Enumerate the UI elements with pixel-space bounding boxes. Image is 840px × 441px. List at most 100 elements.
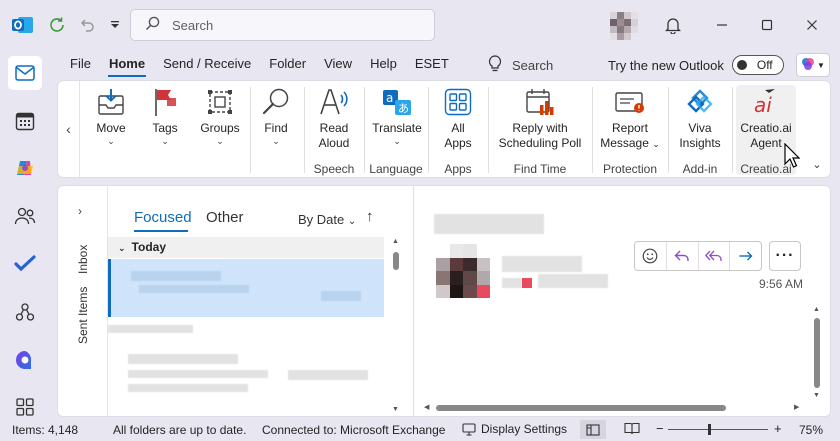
groups-button[interactable]: Groups ⌄	[196, 85, 244, 175]
copilot-app-icon[interactable]	[8, 151, 42, 185]
todo-app-icon[interactable]	[8, 247, 42, 281]
reply-button[interactable]	[667, 242, 699, 270]
zoom-slider-thumb[interactable]	[708, 424, 711, 435]
scroll-down-icon[interactable]: ▼	[813, 392, 820, 399]
list-scrollbar[interactable]: ▲ ▼	[390, 238, 400, 416]
chevron-down-icon: ⌄	[393, 136, 401, 146]
reply-all-icon	[704, 250, 722, 261]
scroll-up-icon[interactable]: ▲	[392, 238, 399, 245]
groups-icon	[203, 85, 237, 119]
customize-qat-icon[interactable]	[106, 16, 124, 34]
ribbon-separator	[592, 87, 593, 173]
minimize-icon[interactable]	[707, 10, 737, 40]
group-label-protection: Protection	[602, 162, 658, 176]
read-aloud-label-2: Aloud	[318, 136, 350, 150]
reply-all-button[interactable]	[699, 242, 731, 270]
sync-icon[interactable]	[46, 14, 68, 36]
sender-avatar	[436, 244, 490, 298]
scroll-up-icon[interactable]: ▲	[813, 306, 820, 313]
title-bar: Search	[0, 0, 840, 50]
tab-send-receive[interactable]: Send / Receive	[154, 50, 260, 80]
list-item[interactable]	[108, 346, 384, 406]
tab-home[interactable]: Home	[100, 50, 154, 80]
new-outlook-toggle[interactable]: Off	[731, 55, 784, 75]
tell-me-search[interactable]: Search	[488, 50, 553, 80]
display-settings-button[interactable]: Display Settings	[462, 422, 567, 436]
title-search-box[interactable]: Search	[130, 9, 435, 41]
emoji-react-button[interactable]	[635, 242, 667, 270]
tab-focused[interactable]: Focused	[134, 209, 192, 226]
viva-label-2: Insights	[679, 136, 721, 150]
reply-sched-label-1: Reply with	[512, 121, 568, 135]
folder-sent-items[interactable]: Sent Items	[76, 287, 90, 344]
mouse-cursor-icon	[784, 142, 801, 172]
list-item-selected[interactable]	[108, 259, 384, 317]
tab-help[interactable]: Help	[361, 50, 406, 80]
zoom-out-button[interactable]: −	[656, 421, 664, 436]
sort-direction-icon[interactable]: ↑	[366, 208, 374, 225]
maximize-icon[interactable]	[752, 10, 782, 40]
all-apps-label-1: All	[451, 121, 465, 135]
undo-icon[interactable]	[76, 14, 98, 36]
expand-folder-pane-icon[interactable]: ›	[78, 204, 82, 218]
svg-text:ai: ai	[754, 93, 772, 117]
report-label-1: Report	[611, 121, 649, 135]
calendar-app-icon[interactable]	[8, 104, 42, 138]
display-settings-icon	[462, 422, 476, 436]
tags-button[interactable]: Tags ⌄	[144, 85, 186, 175]
chevron-down-icon: ⌄	[216, 136, 224, 146]
message-time: 9:56 AM	[759, 277, 804, 291]
sort-by-date[interactable]: By Date ⌄	[298, 212, 356, 227]
translate-icon: aあ	[380, 85, 414, 119]
ribbon-scroll-left-icon[interactable]: ‹	[58, 81, 80, 177]
find-label: Find	[264, 121, 288, 135]
tab-view[interactable]: View	[315, 50, 361, 80]
zoom-in-button[interactable]: +	[774, 421, 782, 436]
main-content: › Inbox Sent Items Focused Other By Date…	[57, 185, 831, 417]
close-icon[interactable]	[797, 10, 827, 40]
normal-view-button[interactable]	[580, 420, 606, 439]
reading-scrollbar[interactable]: ▲ ▼	[812, 306, 822, 401]
viva-label-1: Viva	[688, 121, 712, 135]
copilot-button[interactable]: ▼	[796, 53, 830, 77]
tab-eset[interactable]: ESET	[406, 50, 458, 80]
reading-view-button[interactable]	[624, 422, 640, 438]
ribbon-separator	[428, 87, 429, 173]
apps-tree-icon[interactable]	[8, 295, 42, 329]
tab-folder[interactable]: Folder	[260, 50, 315, 80]
ribbon-separator	[364, 87, 365, 173]
people-app-icon[interactable]	[8, 199, 42, 233]
tab-other[interactable]: Other	[206, 209, 244, 226]
search-icon	[145, 16, 160, 34]
blurred-preview-line	[108, 325, 193, 333]
group-header-today[interactable]: ⌄ Today	[108, 237, 384, 258]
message-list: Focused Other By Date ⌄ ↑ ⌄ Today ▲ ▼	[108, 186, 413, 416]
scroll-down-icon[interactable]: ▼	[392, 406, 399, 413]
groups-label: Groups	[200, 121, 240, 135]
folder-inbox[interactable]: Inbox	[76, 245, 90, 274]
bell-icon[interactable]	[658, 10, 688, 40]
search-placeholder: Search	[172, 17, 214, 33]
reading-hscrollbar[interactable]: ◀ ▶	[422, 402, 807, 414]
scroll-left-icon[interactable]: ◀	[424, 403, 429, 411]
zoom-level[interactable]: 75%	[799, 423, 823, 437]
mail-app-icon[interactable]	[8, 56, 42, 90]
ribbon-separator	[304, 87, 305, 173]
flag-icon	[148, 85, 182, 119]
tab-file[interactable]: File	[61, 50, 100, 80]
find-button[interactable]: Find ⌄	[256, 85, 296, 175]
ribbon: ‹ Move ⌄ Tags ⌄ Groups ⌄ Find ⌄ Read Alo…	[57, 80, 831, 178]
reply-icon	[674, 250, 689, 261]
scroll-right-icon[interactable]: ▶	[794, 403, 799, 411]
loop-app-icon[interactable]	[8, 343, 42, 377]
ribbon-collapse-chevron-icon[interactable]: ⌄	[808, 155, 826, 173]
creatio-label-1: Creatio.ai	[740, 121, 792, 135]
message-action-bar	[634, 241, 762, 271]
more-actions-button[interactable]: ···	[769, 241, 801, 271]
user-avatar[interactable]	[610, 12, 638, 40]
move-button[interactable]: Move ⌄	[88, 85, 134, 175]
forward-button[interactable]	[730, 242, 761, 270]
zoom-slider[interactable]	[668, 424, 768, 435]
group-label-apps: Apps	[444, 162, 472, 176]
report-message-icon	[613, 85, 647, 119]
